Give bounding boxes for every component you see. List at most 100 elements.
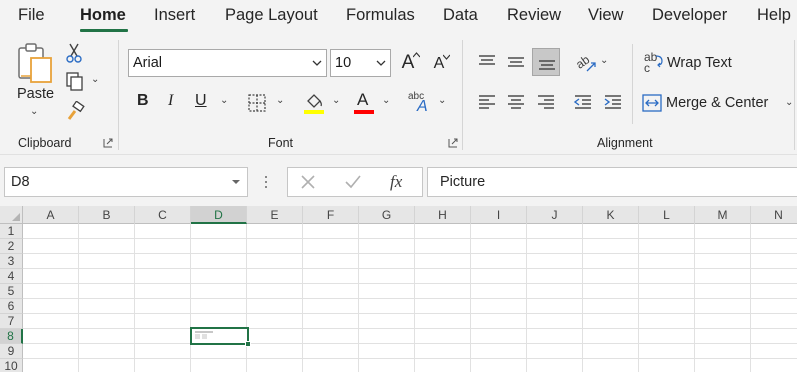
align-center-icon[interactable]	[505, 92, 527, 112]
column-header-k[interactable]: K	[583, 206, 639, 224]
font-color-dropdown-chevron-icon[interactable]: ⌄	[382, 95, 390, 106]
increase-font-size-icon[interactable]: A	[396, 50, 420, 76]
orientation-dropdown-chevron-icon[interactable]: ⌄	[600, 55, 608, 66]
font-name-dropdown-icon[interactable]	[312, 56, 322, 70]
tab-view[interactable]: View	[588, 6, 623, 25]
clipboard-dialog-launcher-icon[interactable]	[103, 138, 113, 148]
select-all-button[interactable]	[0, 206, 23, 224]
formula-bar: D8 fx Picture	[0, 154, 797, 206]
top-align-icon[interactable]	[476, 52, 498, 72]
row-header-7[interactable]: 7	[0, 314, 23, 329]
tab-developer[interactable]: Developer	[652, 6, 727, 25]
font-size-dropdown-icon[interactable]	[376, 56, 386, 70]
phonetic-guide-icon[interactable]: abc A	[406, 90, 432, 116]
row-header-10[interactable]: 10	[0, 359, 23, 372]
alignment-group-label: Alignment	[597, 136, 653, 150]
column-header-m[interactable]: M	[695, 206, 751, 224]
font-color-icon[interactable]: A	[352, 90, 376, 116]
phonetic-dropdown-chevron-icon[interactable]: ⌄	[438, 95, 446, 106]
gridline-row	[23, 358, 797, 359]
active-tab-indicator	[80, 29, 128, 32]
font-name-value: Arial	[133, 55, 163, 71]
wrap-text-icon[interactable]: ab c	[642, 50, 664, 75]
formula-input[interactable]: Picture	[427, 167, 797, 197]
ribbon-tabs: File Home Insert Page Layout Formulas Da…	[0, 0, 797, 36]
fill-color-icon[interactable]	[302, 90, 326, 116]
increase-indent-icon[interactable]	[602, 92, 624, 112]
active-cell-d8[interactable]	[190, 327, 249, 345]
row-header-8[interactable]: 8	[0, 329, 23, 344]
column-header-h[interactable]: H	[415, 206, 471, 224]
column-header-j[interactable]: J	[527, 206, 583, 224]
column-header-a[interactable]: A	[23, 206, 79, 224]
insert-function-icon[interactable]: fx	[390, 172, 402, 192]
middle-align-icon[interactable]	[505, 52, 527, 72]
underline-button[interactable]: U	[195, 92, 207, 110]
picture-thumbnail-icon[interactable]	[195, 331, 213, 340]
paste-label[interactable]: Paste	[17, 86, 54, 102]
format-painter-icon[interactable]	[64, 100, 86, 122]
name-box-value: D8	[11, 174, 30, 190]
row-header-6[interactable]: 6	[0, 299, 23, 314]
tab-review[interactable]: Review	[507, 6, 561, 25]
row-header-9[interactable]: 9	[0, 344, 23, 359]
fill-handle[interactable]	[245, 341, 251, 347]
worksheet-grid[interactable]: ABCDEFGHIJKLMN 1 2 3 4 5 6 7 8 9 10	[0, 206, 797, 372]
gridline-row	[23, 328, 797, 329]
name-box[interactable]: D8	[4, 167, 248, 197]
tab-home[interactable]: Home	[80, 6, 126, 25]
column-header-d[interactable]: D	[191, 206, 247, 224]
row-header-4[interactable]: 4	[0, 269, 23, 284]
tab-insert[interactable]: Insert	[154, 6, 195, 25]
tab-file[interactable]: File	[18, 6, 45, 25]
row-header-1[interactable]: 1	[0, 224, 23, 239]
column-header-n[interactable]: N	[751, 206, 797, 224]
formula-bar-resize-handle[interactable]	[265, 175, 269, 191]
enter-check-icon[interactable]	[344, 174, 362, 190]
column-header-f[interactable]: F	[303, 206, 359, 224]
tab-page-layout[interactable]: Page Layout	[225, 6, 318, 25]
name-box-dropdown-icon[interactable]	[231, 177, 241, 187]
column-header-e[interactable]: E	[247, 206, 303, 224]
wrap-text-button[interactable]: Wrap Text	[667, 55, 732, 71]
gridline-row	[23, 268, 797, 269]
align-right-icon[interactable]	[535, 92, 557, 112]
italic-button[interactable]: I	[168, 92, 173, 110]
gridline-column	[78, 224, 79, 372]
column-header-g[interactable]: G	[359, 206, 415, 224]
merge-center-dropdown-chevron-icon[interactable]: ⌄	[785, 97, 793, 108]
column-header-i[interactable]: I	[471, 206, 527, 224]
copy-icon[interactable]	[64, 70, 86, 92]
bold-button[interactable]: B	[137, 92, 149, 110]
decrease-font-size-icon[interactable]: A	[428, 52, 450, 76]
borders-icon[interactable]	[246, 92, 268, 114]
row-header-3[interactable]: 3	[0, 254, 23, 269]
fill-color-dropdown-chevron-icon[interactable]: ⌄	[332, 95, 340, 106]
decrease-indent-icon[interactable]	[572, 92, 594, 112]
column-header-c[interactable]: C	[135, 206, 191, 224]
underline-dropdown-chevron-icon[interactable]: ⌄	[220, 95, 228, 106]
tab-help[interactable]: Help	[757, 6, 791, 25]
row-header-2[interactable]: 2	[0, 239, 23, 254]
merge-center-icon[interactable]	[641, 93, 663, 113]
merge-center-button[interactable]: Merge & Center	[666, 95, 768, 111]
column-header-l[interactable]: L	[639, 206, 695, 224]
cut-icon[interactable]	[64, 42, 84, 64]
row-header-5[interactable]: 5	[0, 284, 23, 299]
gridline-row	[23, 313, 797, 314]
tab-data[interactable]: Data	[443, 6, 478, 25]
bottom-align-button[interactable]	[532, 48, 560, 76]
font-dialog-launcher-icon[interactable]	[448, 138, 458, 148]
paste-dropdown-chevron-icon[interactable]: ⌄	[30, 106, 38, 117]
align-left-icon[interactable]	[476, 92, 498, 112]
cancel-icon[interactable]	[300, 174, 316, 190]
copy-dropdown-chevron-icon[interactable]: ⌄	[91, 74, 99, 85]
orientation-icon[interactable]: ab	[570, 50, 596, 74]
borders-dropdown-chevron-icon[interactable]: ⌄	[276, 95, 284, 106]
font-name-select[interactable]: Arial	[128, 49, 327, 77]
tab-formulas[interactable]: Formulas	[346, 6, 415, 25]
paste-icon[interactable]	[14, 42, 56, 86]
column-header-b[interactable]: B	[79, 206, 135, 224]
gridline-column	[246, 224, 247, 372]
font-size-select[interactable]: 10	[330, 49, 391, 77]
